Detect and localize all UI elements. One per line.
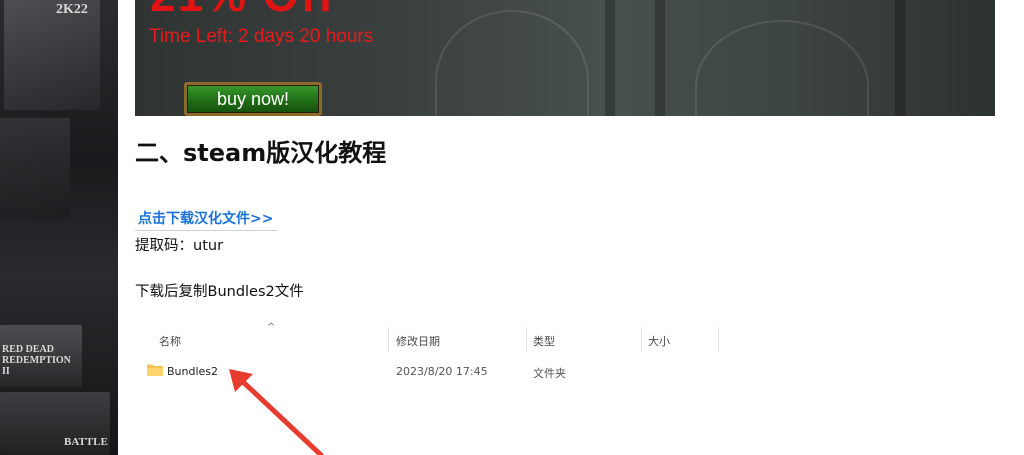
download-link[interactable]: 点击下载汉化文件>> — [135, 206, 278, 231]
section-heading: 二、steam版汉化教程 — [135, 139, 387, 167]
discount-text: 21% Off — [150, 0, 335, 18]
game-cover-title: 2K22 — [56, 2, 88, 17]
column-divider — [641, 327, 642, 352]
column-header-size: 大小 — [648, 335, 670, 348]
red-arrow-icon — [229, 369, 324, 455]
extract-code: 提取码：utur — [135, 238, 224, 254]
file-name: Bundles2 — [167, 365, 219, 378]
instruction-text: 下载后复制Bundles2文件 — [135, 284, 304, 300]
column-divider — [388, 327, 389, 352]
column-header-name: 名称 — [159, 335, 181, 348]
banner-arch — [435, 10, 589, 116]
column-header-type: 类型 — [533, 335, 555, 348]
column-divider — [718, 327, 719, 352]
file-type: 文件夹 — [533, 367, 566, 380]
left-background: 2K22 RED DEAD REDEMPTION II BATTLE — [0, 0, 118, 455]
time-left-text: Time Left: 2 days 20 hours — [149, 26, 374, 47]
game-cover[interactable] — [0, 118, 70, 218]
banner-column — [895, 0, 905, 116]
buy-now-button[interactable]: buy now! — [184, 82, 322, 116]
sort-ascending-icon: ^ — [267, 322, 276, 333]
file-modified: 2023/8/20 17:45 — [396, 365, 488, 378]
banner-column — [605, 0, 615, 116]
banner-column — [655, 0, 665, 116]
column-header-modified: 修改日期 — [396, 335, 440, 348]
game-cover-title: RED DEAD REDEMPTION II — [2, 344, 71, 377]
column-divider — [526, 327, 527, 352]
game-cover-title: BATTLE — [64, 436, 108, 448]
folder-icon — [147, 364, 163, 376]
banner-arch — [695, 20, 869, 116]
